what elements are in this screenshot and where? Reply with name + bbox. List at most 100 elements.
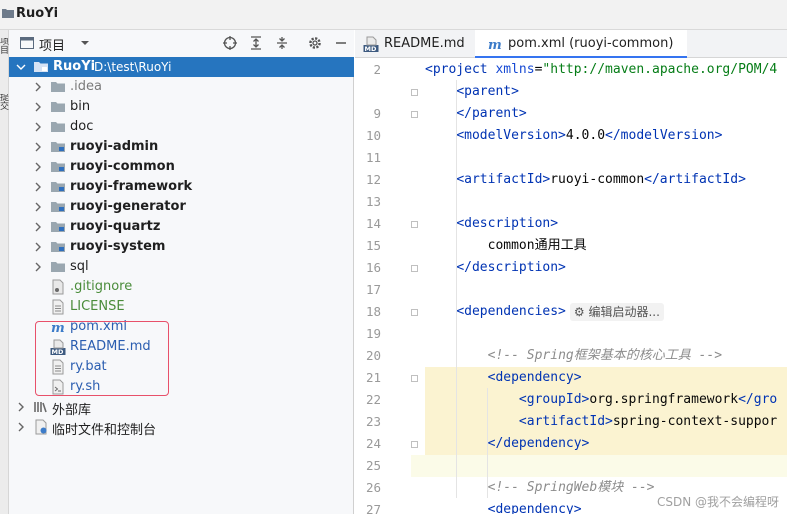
folder-icon	[2, 9, 14, 18]
code-token: </artifactId>	[644, 172, 746, 187]
edit-starters-inlay-button[interactable]: ⚙ 编辑启动器...	[569, 302, 664, 321]
tree-item-gitignore[interactable]: .gitignore	[9, 277, 354, 297]
title-bar: RuoYi	[0, 0, 787, 30]
chevron-down-icon[interactable]	[16, 62, 26, 72]
module-folder-icon	[51, 242, 65, 252]
tree-item-scratches[interactable]: 临时文件和控制台	[9, 417, 354, 438]
code-token: <dependencies>	[456, 304, 566, 319]
minimize-icon[interactable]	[333, 35, 349, 51]
tree-item-ruoyi-admin[interactable]: ruoyi-admin	[9, 137, 354, 157]
code-token: 4.0.0	[565, 128, 606, 143]
code-token: <modelVersion>	[456, 128, 566, 143]
line-number: 17	[365, 282, 381, 297]
line-number: 9	[373, 106, 381, 121]
chevron-right-icon[interactable]	[33, 102, 43, 112]
chevron-right-icon[interactable]	[33, 242, 43, 252]
locate-icon[interactable]	[222, 35, 238, 51]
code-token: spring-context-suppor	[612, 414, 778, 429]
editor-area: MD README.md m pom.xml (ruoyi-common) 2 9…	[355, 30, 787, 514]
tab-pom-xml[interactable]: m pom.xml (ruoyi-common)	[475, 30, 687, 58]
library-icon	[34, 402, 47, 413]
tree-item-doc[interactable]: doc	[9, 117, 354, 137]
tab-label: README.md	[384, 36, 465, 51]
tab-label: pom.xml (ruoyi-common)	[508, 36, 674, 51]
chevron-right-icon[interactable]	[33, 222, 43, 232]
chevron-right-icon[interactable]	[33, 142, 43, 152]
line-number: 16	[365, 260, 381, 275]
tree-item-label: ruoyi-generator	[70, 199, 186, 214]
fold-marker-icon[interactable]	[411, 441, 418, 448]
tree-root-ruoyi[interactable]: RuoYi D:\test\RuoYi	[9, 57, 354, 77]
chevron-right-icon[interactable]	[33, 262, 43, 272]
svg-text:m: m	[488, 38, 502, 52]
code-token: <dependency>	[487, 370, 582, 385]
code-editor[interactable]: 2 9 10 11 12 13 14 15 16 17 18 19 20 21 22 23 24 25 26 27 <…	[355, 58, 787, 514]
code-token: org.springframework	[589, 392, 739, 407]
tree-item-bin[interactable]: bin	[9, 97, 354, 117]
tree-item-ruoyi-common[interactable]: ruoyi-common	[9, 157, 354, 177]
chevron-down-icon[interactable]	[77, 35, 93, 51]
chevron-right-icon[interactable]	[33, 202, 43, 212]
code-token: </modelVersion>	[605, 128, 723, 143]
tree-item-external-libraries[interactable]: 外部库	[9, 397, 354, 418]
tree-item-license[interactable]: LICENSE	[9, 297, 354, 317]
fold-marker-icon[interactable]	[411, 111, 418, 118]
fold-marker-icon[interactable]	[411, 375, 418, 382]
chevron-right-icon[interactable]	[16, 402, 26, 412]
code-token: </gro	[738, 392, 778, 407]
code-token: </parent>	[456, 106, 527, 121]
chevron-right-icon[interactable]	[33, 162, 43, 172]
code-token: </dependency>	[487, 436, 590, 451]
module-folder-icon	[34, 62, 48, 72]
line-number: 10	[365, 128, 381, 143]
folder-icon	[51, 122, 65, 132]
line-number: 12	[365, 172, 381, 187]
tab-readme[interactable]: MD README.md	[355, 30, 475, 58]
code-line: </parent>	[425, 103, 787, 125]
tree-item-idea[interactable]: .idea	[9, 77, 354, 97]
project-view-icon	[20, 37, 34, 49]
tree-item-ruoyi-system[interactable]: ruoyi-system	[9, 237, 354, 257]
strip-tab-commit[interactable]: 提交	[0, 94, 9, 120]
code-line: <artifactId>spring-context-suppor	[425, 411, 787, 433]
code-token: <dependency>	[487, 502, 582, 514]
strip-tab-project[interactable]: 项目	[0, 38, 9, 64]
chevron-right-icon[interactable]	[16, 422, 26, 432]
tree-item-label: doc	[70, 119, 94, 134]
fold-marker-icon[interactable]	[411, 265, 418, 272]
line-number: 15	[365, 238, 381, 253]
code-token: <groupId>	[518, 392, 590, 407]
tree-item-label: ruoyi-framework	[70, 179, 193, 194]
line-number: 19	[365, 326, 381, 341]
chevron-right-icon[interactable]	[33, 122, 43, 132]
fold-marker-icon[interactable]	[411, 89, 418, 96]
tree-item-ruoyi-framework[interactable]: ruoyi-framework	[9, 177, 354, 197]
line-number: 20	[365, 348, 381, 363]
fold-marker-icon[interactable]	[411, 221, 418, 228]
code-token: <!-- Spring框架基本的核心工具 -->	[487, 348, 723, 363]
code-line: <artifactId>ruoyi-common</artifactId>	[425, 169, 787, 191]
line-number: 18	[365, 304, 381, 319]
tree-item-sql[interactable]: sql	[9, 257, 354, 277]
chevron-right-icon[interactable]	[33, 82, 43, 92]
code-line: <!-- Spring框架基本的核心工具 -->	[425, 345, 787, 367]
editor-tab-bar: MD README.md m pom.xml (ruoyi-common)	[355, 30, 787, 58]
tree-item-ruoyi-quartz[interactable]: ruoyi-quartz	[9, 217, 354, 237]
code-token: </description>	[456, 260, 566, 275]
expand-all-icon[interactable]	[248, 35, 264, 51]
fold-marker-icon[interactable]	[411, 309, 418, 316]
project-panel-title[interactable]: 项目	[39, 35, 65, 54]
code-token: <artifactId>	[518, 414, 613, 429]
tree-item-ruoyi-generator[interactable]: ruoyi-generator	[9, 197, 354, 217]
line-number: 27	[365, 502, 381, 514]
collapse-all-icon[interactable]	[274, 35, 290, 51]
line-number: 13	[365, 194, 381, 209]
gear-icon[interactable]	[307, 35, 323, 51]
chevron-right-icon[interactable]	[33, 182, 43, 192]
project-panel: 项目 RuoYi D:\test\RuoYi .idea bin doc ruo…	[9, 30, 354, 514]
